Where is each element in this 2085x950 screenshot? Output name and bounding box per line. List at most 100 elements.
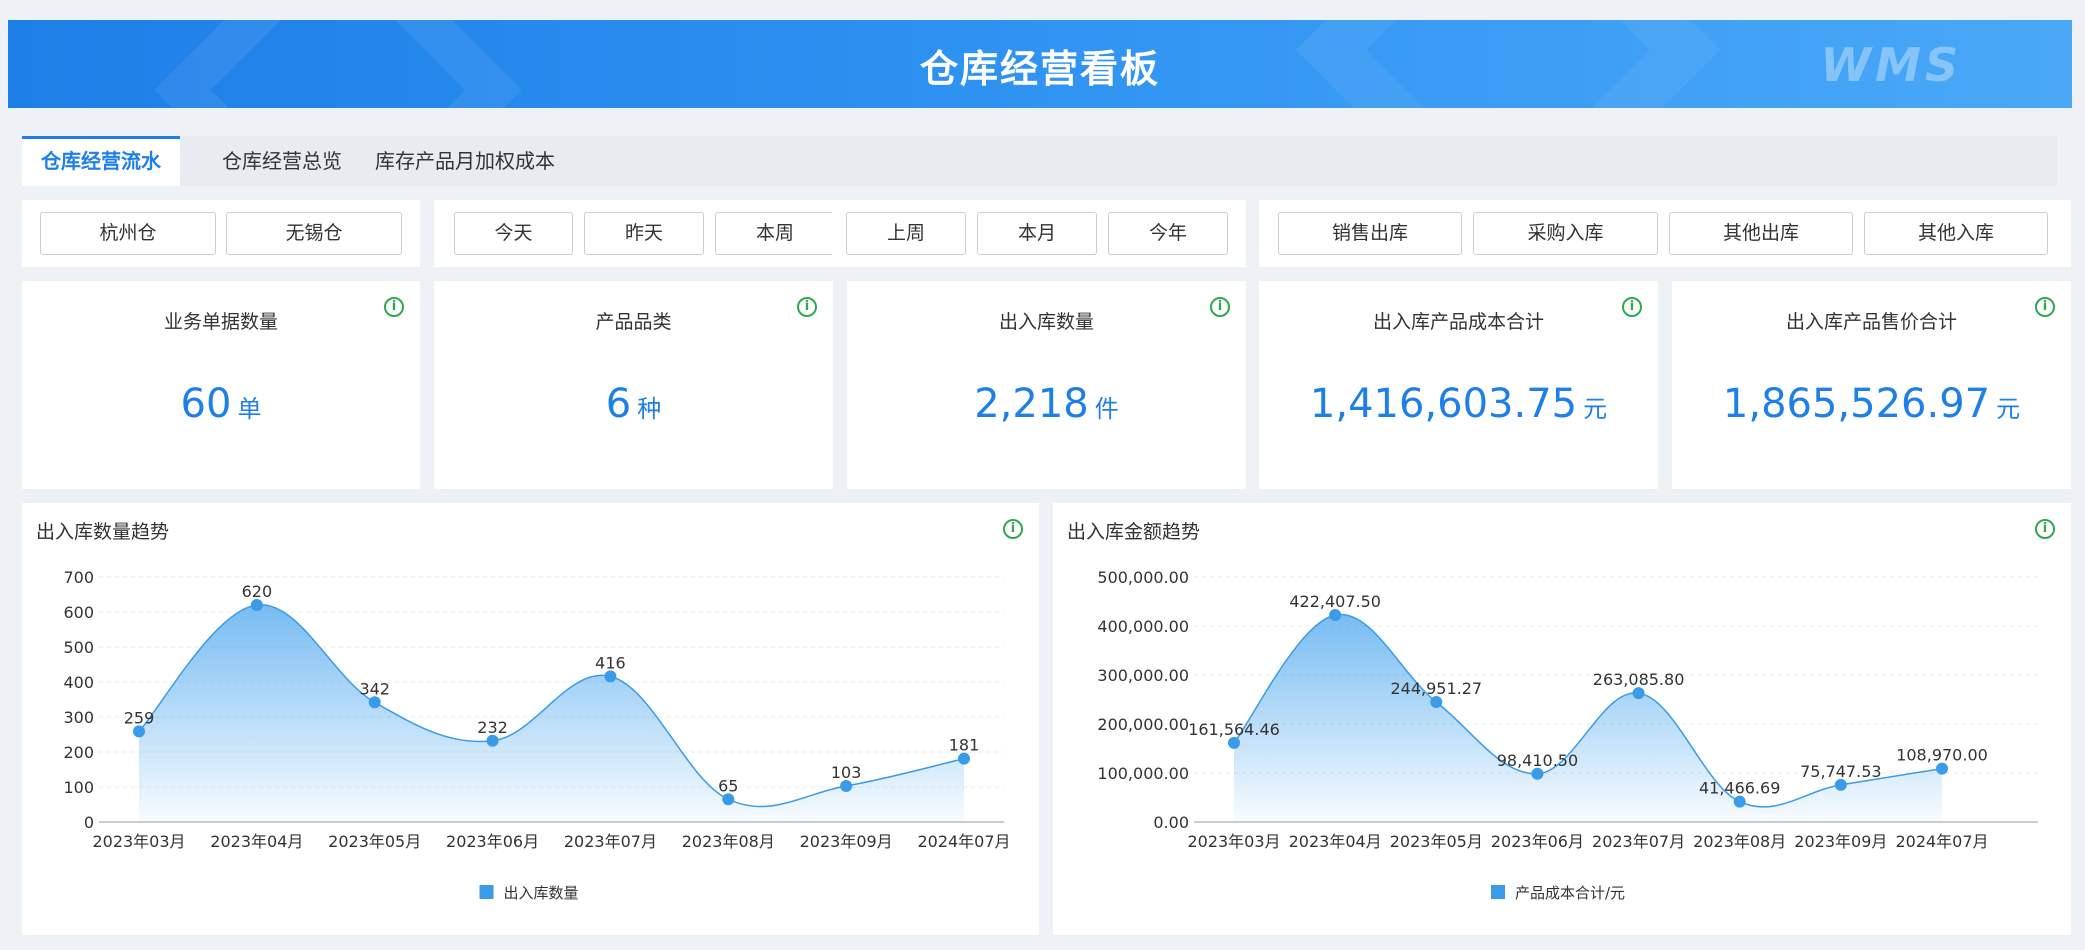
kpi-value: 60 单 [22,381,420,427]
tab-monthly-cost[interactable]: 库存产品月加权成本 [372,136,558,186]
kpi-value: 1,865,526.97 元 [1672,381,2071,427]
y-tick-label: 100,000.00 [1097,764,1189,783]
kpi-unit: 元 [1996,395,2021,423]
kpi-card-doc-count: 业务单据数量 i 60 单 [22,281,420,489]
kpi-title: 产品品类 [595,311,672,333]
y-tick-label: 600 [63,603,94,622]
legend-label: 产品成本合计/元 [1515,884,1625,902]
kpi-value: 2,218 件 [847,381,1246,427]
period-this-month-button[interactable]: 本月 [977,212,1097,255]
data-label: 244,951.27 [1390,679,1482,698]
kpi-number: 60 [180,381,232,427]
amount-trend-chart: 0.00 100,000.00 200,000.00 300,000.00 400,00… [1097,568,2038,902]
tab-flow[interactable]: 仓库经营流水 [22,136,180,186]
kpi-unit: 单 [237,395,262,423]
data-label: 161,564.46 [1188,720,1280,739]
y-tick-label: 0 [84,813,94,832]
x-tick-label: 2023年07月 [564,832,657,851]
y-tick-label: 400,000.00 [1097,617,1189,636]
y-tick-label: 200 [63,743,94,762]
x-tick-label: 2023年03月 [1187,832,1280,851]
kpi-title: 出入库数量 [998,311,1094,333]
y-tick-label: 100 [63,778,94,797]
info-circle-icon[interactable]: i [797,297,817,317]
data-label: 620 [242,582,273,601]
data-label: 98,410.50 [1497,751,1578,770]
data-label: 342 [359,679,390,698]
kpi-card-price-total: 出入库产品售价合计 i 1,865,526.97 元 [1672,281,2071,489]
data-label: 416 [595,653,626,672]
data-label: 232 [477,718,508,737]
type-purchase-in-button[interactable]: 采购入库 [1473,212,1658,255]
legend-swatch [1491,885,1505,899]
kpi-card-cost-total: 出入库产品成本合计 i 1,416,603.75 元 [1259,281,1658,489]
x-tick-label: 2023年06月 [1491,832,1584,851]
legend-swatch [479,885,494,899]
kpi-title: 出入库产品售价合计 [1785,311,1957,333]
x-tick-label: 2023年09月 [800,832,893,851]
data-label: 41,466.69 [1699,779,1780,798]
kpi-card-categories: 产品品类 i 6种 [434,281,833,489]
type-sales-out-button[interactable]: 销售出库 [1278,212,1462,255]
data-label: 108,970.00 [1896,746,1988,765]
info-circle-icon[interactable]: i [2035,297,2055,317]
page-title: 仓库经营看板 [919,47,1160,91]
type-filter: 销售出库 采购入库 其他出库 其他入库 [1259,200,2071,267]
period-this-year-button[interactable]: 今年 [1108,212,1228,255]
data-label: 103 [831,763,862,782]
type-other-in-button[interactable]: 其他入库 [1864,212,2048,255]
data-label: 65 [718,776,738,795]
kpi-number: 2,218 [974,381,1089,427]
kpi-unit: 件 [1094,395,1119,423]
y-tick-label: 300 [63,708,94,727]
kpi-value: 1,416,603.75 元 [1259,381,1658,427]
legend-label: 出入库数量 [504,884,579,902]
period-filter: 今天 昨天 本周 [434,200,835,267]
info-circle-icon[interactable]: i [1210,297,1230,317]
warehouse-hangzhou-button[interactable]: 杭州仓 [40,212,216,255]
data-label: 422,407.50 [1289,592,1381,611]
x-tick-label: 2023年04月 [210,832,303,851]
kpi-value: 6种 [434,381,833,427]
kpi-unit: 种 [637,395,662,423]
y-tick-label: 300,000.00 [1097,666,1189,685]
x-tick-label: 2023年03月 [92,832,185,851]
y-tick-label: 700 [63,568,94,587]
y-tick-label: 200,000.00 [1097,715,1189,734]
data-label: 259 [124,708,155,727]
kpi-card-quantity: 出入库数量 i 2,218 件 [847,281,1246,489]
series-area [139,604,964,822]
period-last-week-button[interactable]: 上周 [846,212,966,255]
period-this-week-button[interactable]: 本周 [715,212,835,255]
info-circle-icon[interactable]: i [384,297,404,317]
amount-trend-panel: 出入库金额趋势 i 0.00 100,000.00 200,000.00 300,00… [1053,503,2071,935]
info-circle-icon[interactable]: i [1622,297,1642,317]
y-tick-label: 400 [63,673,94,692]
x-tick-label: 2023年05月 [1390,832,1483,851]
warehouse-wuxi-button[interactable]: 无锡仓 [226,212,402,255]
quantity-trend-chart: 0 100 200 300 400 500 600 700 259 2023年03月 620 2023… [63,568,1010,902]
x-tick-label: 2023年09月 [1794,832,1887,851]
y-tick-label: 500,000.00 [1097,568,1189,587]
x-tick-label: 2023年07月 [1592,832,1685,851]
type-other-out-button[interactable]: 其他出库 [1669,212,1853,255]
dashboard-header: 仓库经营看板 WMS [8,20,2072,108]
x-tick-label: 2024年07月 [1895,832,1988,851]
kpi-number: 6 [605,381,632,427]
period-today-button[interactable]: 今天 [454,212,573,255]
kpi-number: 1,416,603.75 [1309,381,1578,427]
tab-bar: 仓库经营流水 仓库经营总览 库存产品月加权成本 [22,136,2057,186]
x-tick-label: 2023年06月 [446,832,539,851]
x-tick-label: 2023年08月 [1693,832,1786,851]
x-tick-label: 2023年05月 [328,832,421,851]
kpi-number: 1,865,526.97 [1722,381,1991,427]
period-yesterday-button[interactable]: 昨天 [584,212,704,255]
data-label: 75,747.53 [1800,762,1881,781]
warehouse-filter: 杭州仓 无锡仓 [22,200,420,267]
tab-overview[interactable]: 仓库经营总览 [194,136,370,186]
kpi-title: 业务单据数量 [163,311,278,333]
data-label: 181 [949,736,980,755]
series-area [1234,614,1942,822]
quantity-trend-panel: 出入库数量趋势 i 0 100 200 300 400 500 600 700 259 2023年… [22,503,1039,935]
x-tick-label: 2023年08月 [682,832,775,851]
